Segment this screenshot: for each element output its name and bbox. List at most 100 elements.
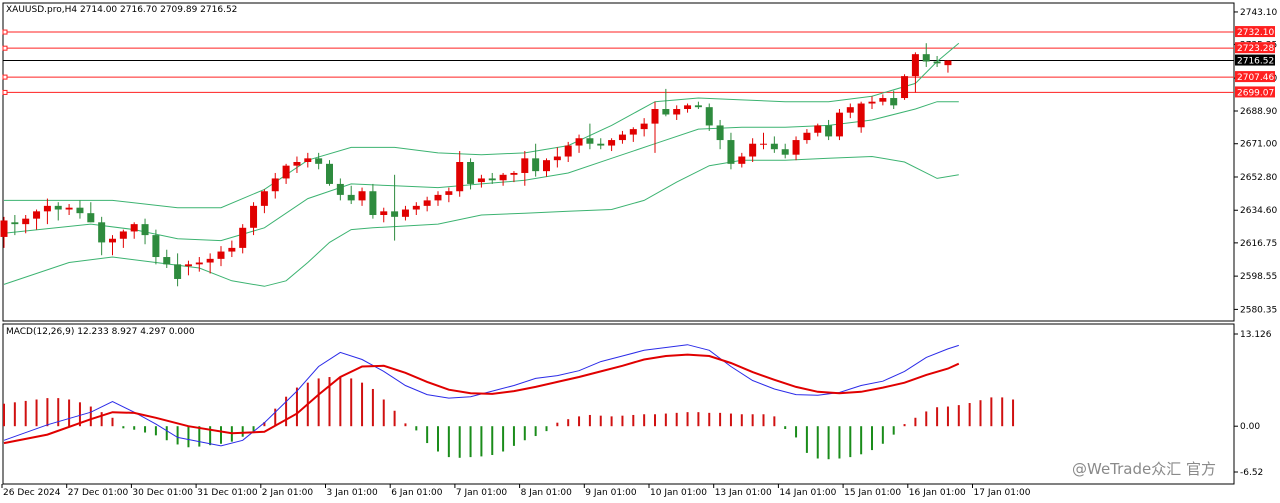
- time-axis-label: 2 Jan 01:00: [262, 488, 314, 498]
- bullish-candle: [423, 200, 431, 206]
- macd-axis-label: 13.126: [1240, 330, 1272, 340]
- chart-canvas: XAUUSD.pro,H4 2714.00 2716.70 2709.89 27…: [0, 2, 1277, 498]
- bullish-candle: [477, 178, 485, 183]
- macd-axis-label: -6.52: [1240, 468, 1263, 478]
- bearish-candle: [174, 264, 182, 279]
- bullish-candle: [22, 218, 30, 225]
- bullish-candle: [195, 262, 203, 265]
- bearish-candle: [11, 222, 19, 225]
- bullish-candle: [228, 247, 236, 252]
- bearish-candle: [141, 224, 149, 236]
- bullish-candle: [814, 125, 822, 133]
- time-axis-label: 16 Jan 01:00: [909, 488, 966, 498]
- bullish-candle: [868, 101, 876, 104]
- price-axis-label: 2634.60: [1240, 206, 1277, 216]
- bearish-candle: [488, 178, 496, 181]
- time-axis-label: 9 Jan 01:00: [585, 488, 637, 498]
- bearish-candle: [163, 257, 171, 265]
- bearish-candle: [467, 162, 475, 184]
- bullish-candle: [239, 227, 247, 248]
- bullish-candle: [651, 109, 659, 124]
- bearish-candle: [694, 105, 702, 108]
- time-axis-label: 14 Jan 01:00: [779, 488, 836, 498]
- bullish-candle: [380, 211, 388, 215]
- price-axis-label: 2598.55: [1240, 272, 1277, 282]
- bullish-candle: [749, 143, 757, 157]
- level-anchor-marker: [2, 29, 8, 35]
- price-panel-frame: [2, 2, 1235, 322]
- price-axis-label: 2580.35: [1240, 305, 1277, 315]
- bullish-candle: [119, 231, 127, 239]
- bullish-candle: [130, 224, 138, 232]
- bullish-candle: [260, 191, 268, 206]
- bullish-candle: [553, 156, 561, 161]
- bearish-candle: [716, 125, 724, 141]
- time-axis-label: 7 Jan 01:00: [456, 488, 508, 498]
- price-axis-label: 2652.80: [1240, 173, 1277, 183]
- bullish-candle: [65, 207, 73, 210]
- bullish-candle: [271, 178, 279, 192]
- bullish-candle: [738, 156, 746, 164]
- bullish-candle: [901, 76, 909, 99]
- time-axis-label: 31 Dec 01:00: [197, 488, 258, 498]
- time-axis-label: 17 Jan 01:00: [974, 488, 1031, 498]
- price-axis-label: 2671.00: [1240, 140, 1277, 150]
- macd-title: MACD(12,26,9) 12.233 8.927 4.297 0.000: [6, 327, 195, 337]
- bearish-candle: [326, 163, 333, 184]
- bullish-candle: [282, 165, 290, 179]
- bullish-candle: [879, 98, 887, 102]
- level-anchor-marker: [2, 74, 8, 80]
- bullish-candle: [564, 145, 572, 157]
- time-axis-label: 30 Dec 01:00: [132, 488, 193, 498]
- bullish-candle: [184, 264, 192, 267]
- bullish-candle: [803, 132, 811, 141]
- bullish-candle: [510, 172, 518, 175]
- bullish-candle: [857, 103, 865, 128]
- bullish-candle: [250, 205, 258, 228]
- bearish-candle: [781, 149, 789, 155]
- bullish-candle: [206, 258, 214, 263]
- time-axis-label: 26 Dec 2024: [3, 488, 61, 498]
- bullish-candle: [846, 107, 854, 113]
- bearish-candle: [727, 140, 735, 164]
- bullish-candle: [401, 209, 409, 217]
- macd-axis-label: 0.00: [1240, 422, 1260, 432]
- bullish-candle: [521, 158, 529, 173]
- bearish-candle: [391, 211, 399, 217]
- bullish-candle: [684, 105, 692, 109]
- bullish-candle: [673, 109, 681, 115]
- bullish-candle: [33, 211, 41, 219]
- current-price-label: 2716.52: [1237, 57, 1274, 67]
- bullish-candle: [445, 191, 453, 195]
- bullish-candle: [792, 140, 800, 155]
- price-axis-label: 2616.75: [1240, 239, 1277, 249]
- price-axis-label: 2743.10: [1240, 8, 1277, 18]
- time-axis-label: 6 Jan 01:00: [391, 488, 443, 498]
- bearish-candle: [597, 143, 605, 146]
- bullish-candle: [575, 138, 583, 146]
- bearish-candle: [315, 158, 323, 164]
- bullish-candle: [640, 123, 648, 130]
- bearish-candle: [586, 138, 594, 144]
- bullish-candle: [499, 174, 507, 181]
- bullish-candle: [109, 238, 116, 243]
- level-price-label: 2707.46: [1237, 73, 1274, 83]
- bearish-candle: [933, 61, 941, 64]
- bullish-candle: [0, 220, 8, 237]
- bullish-candle: [760, 143, 767, 145]
- bullish-candle: [629, 129, 637, 135]
- bullish-candle: [358, 191, 366, 201]
- bullish-candle: [412, 205, 420, 210]
- price-axis-label: 2688.90: [1240, 107, 1277, 117]
- bearish-candle: [705, 107, 713, 126]
- bullish-candle: [217, 251, 225, 259]
- time-axis-label: 27 Dec 01:00: [68, 488, 129, 498]
- bearish-candle: [98, 222, 106, 243]
- price-chart-title: XAUUSD.pro,H4 2714.00 2716.70 2709.89 27…: [6, 5, 237, 15]
- time-axis-label: 10 Jan 01:00: [650, 488, 707, 498]
- bearish-candle: [76, 207, 84, 214]
- bullish-candle: [944, 60, 952, 66]
- bearish-candle: [662, 109, 670, 115]
- bullish-candle: [608, 140, 616, 146]
- bearish-candle: [369, 191, 377, 215]
